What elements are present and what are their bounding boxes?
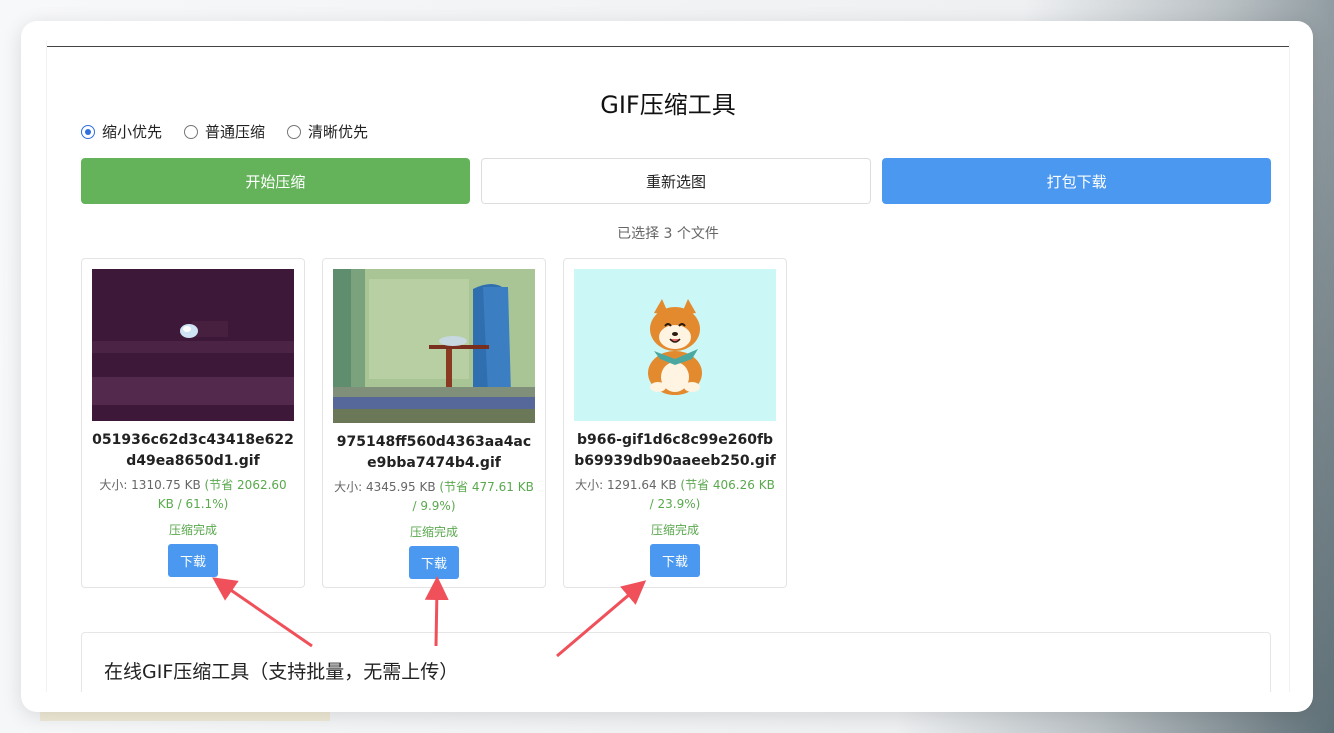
file-card: 975148ff560d4363aa4ace9bba7474b4.gif 大小:… (322, 258, 546, 588)
top-divider (47, 46, 1289, 47)
start-compress-button[interactable]: 开始压缩 (81, 158, 470, 204)
gif-thumbnail (333, 269, 535, 423)
mode-label: 普通压缩 (205, 123, 266, 141)
file-size-info: 大小: 1291.64 KB (节省 406.26 KB / 23.9%) (574, 476, 776, 514)
file-name: b966-gif1d6c8c99e260fbb69939db90aaeeb250… (574, 432, 776, 469)
file-name: 975148ff560d4363aa4ace9bba7474b4.gif (336, 434, 532, 471)
radio-checked-icon[interactable] (81, 124, 95, 139)
file-name: 051936c62d3c43418e622d49ea8650d1.gif (92, 432, 294, 469)
mode-option-smallest[interactable]: 缩小优先 (81, 121, 162, 142)
radio-unchecked-icon[interactable] (287, 124, 302, 139)
info-title: 在线GIF压缩工具（支持批量，无需上传） (104, 661, 459, 683)
file-size-info: 大小: 4345.95 KB (节省 477.61 KB / 9.9%) (333, 478, 535, 516)
pack-download-button[interactable]: 打包下载 (882, 158, 1272, 204)
gif-thumbnail (574, 269, 776, 421)
file-size: 大小: 4345.95 KB (334, 480, 436, 494)
file-size: 大小: 1310.75 KB (99, 478, 201, 492)
file-card: 051936c62d3c43418e622d49ea8650d1.gif 大小:… (81, 258, 305, 588)
selected-count-text: 已选择 3 个文件 (617, 226, 719, 242)
page-content: GIF压缩工具 缩小优先 普通压缩 清晰优先 开始压缩 重新选图 打包下载 已选… (46, 41, 1290, 692)
page-title: GIF压缩工具 (600, 91, 736, 119)
radio-unchecked-icon[interactable] (184, 124, 199, 139)
action-buttons: 开始压缩 重新选图 打包下载 (81, 158, 1272, 204)
info-section: 在线GIF压缩工具（支持批量，无需上传） (81, 632, 1271, 692)
download-button[interactable]: 下载 (649, 544, 700, 577)
compress-status: 压缩完成 (409, 525, 458, 539)
mode-option-clarity[interactable]: 清晰优先 (287, 121, 368, 142)
file-size: 大小: 1291.64 KB (575, 478, 677, 492)
compression-mode-group: 缩小优先 普通压缩 清晰优先 (81, 121, 368, 142)
file-card: b966-gif1d6c8c99e260fbb69939db90aaeeb250… (563, 258, 787, 588)
mode-label: 清晰优先 (308, 123, 369, 141)
download-button[interactable]: 下载 (167, 544, 218, 577)
browser-window: GIF压缩工具 缩小优先 普通压缩 清晰优先 开始压缩 重新选图 打包下载 已选… (21, 21, 1313, 712)
gif-thumbnail (92, 269, 294, 421)
compress-status: 压缩完成 (650, 523, 699, 537)
mode-label: 缩小优先 (102, 123, 163, 141)
compress-status: 压缩完成 (168, 523, 217, 537)
file-card-list: 051936c62d3c43418e622d49ea8650d1.gif 大小:… (81, 258, 787, 588)
download-button[interactable]: 下载 (408, 546, 459, 579)
file-size-info: 大小: 1310.75 KB (节省 2062.60 KB / 61.1%) (92, 476, 294, 514)
reselect-images-button[interactable]: 重新选图 (480, 158, 872, 204)
mode-option-normal[interactable]: 普通压缩 (184, 121, 265, 142)
desktop-background-strip (40, 711, 330, 721)
